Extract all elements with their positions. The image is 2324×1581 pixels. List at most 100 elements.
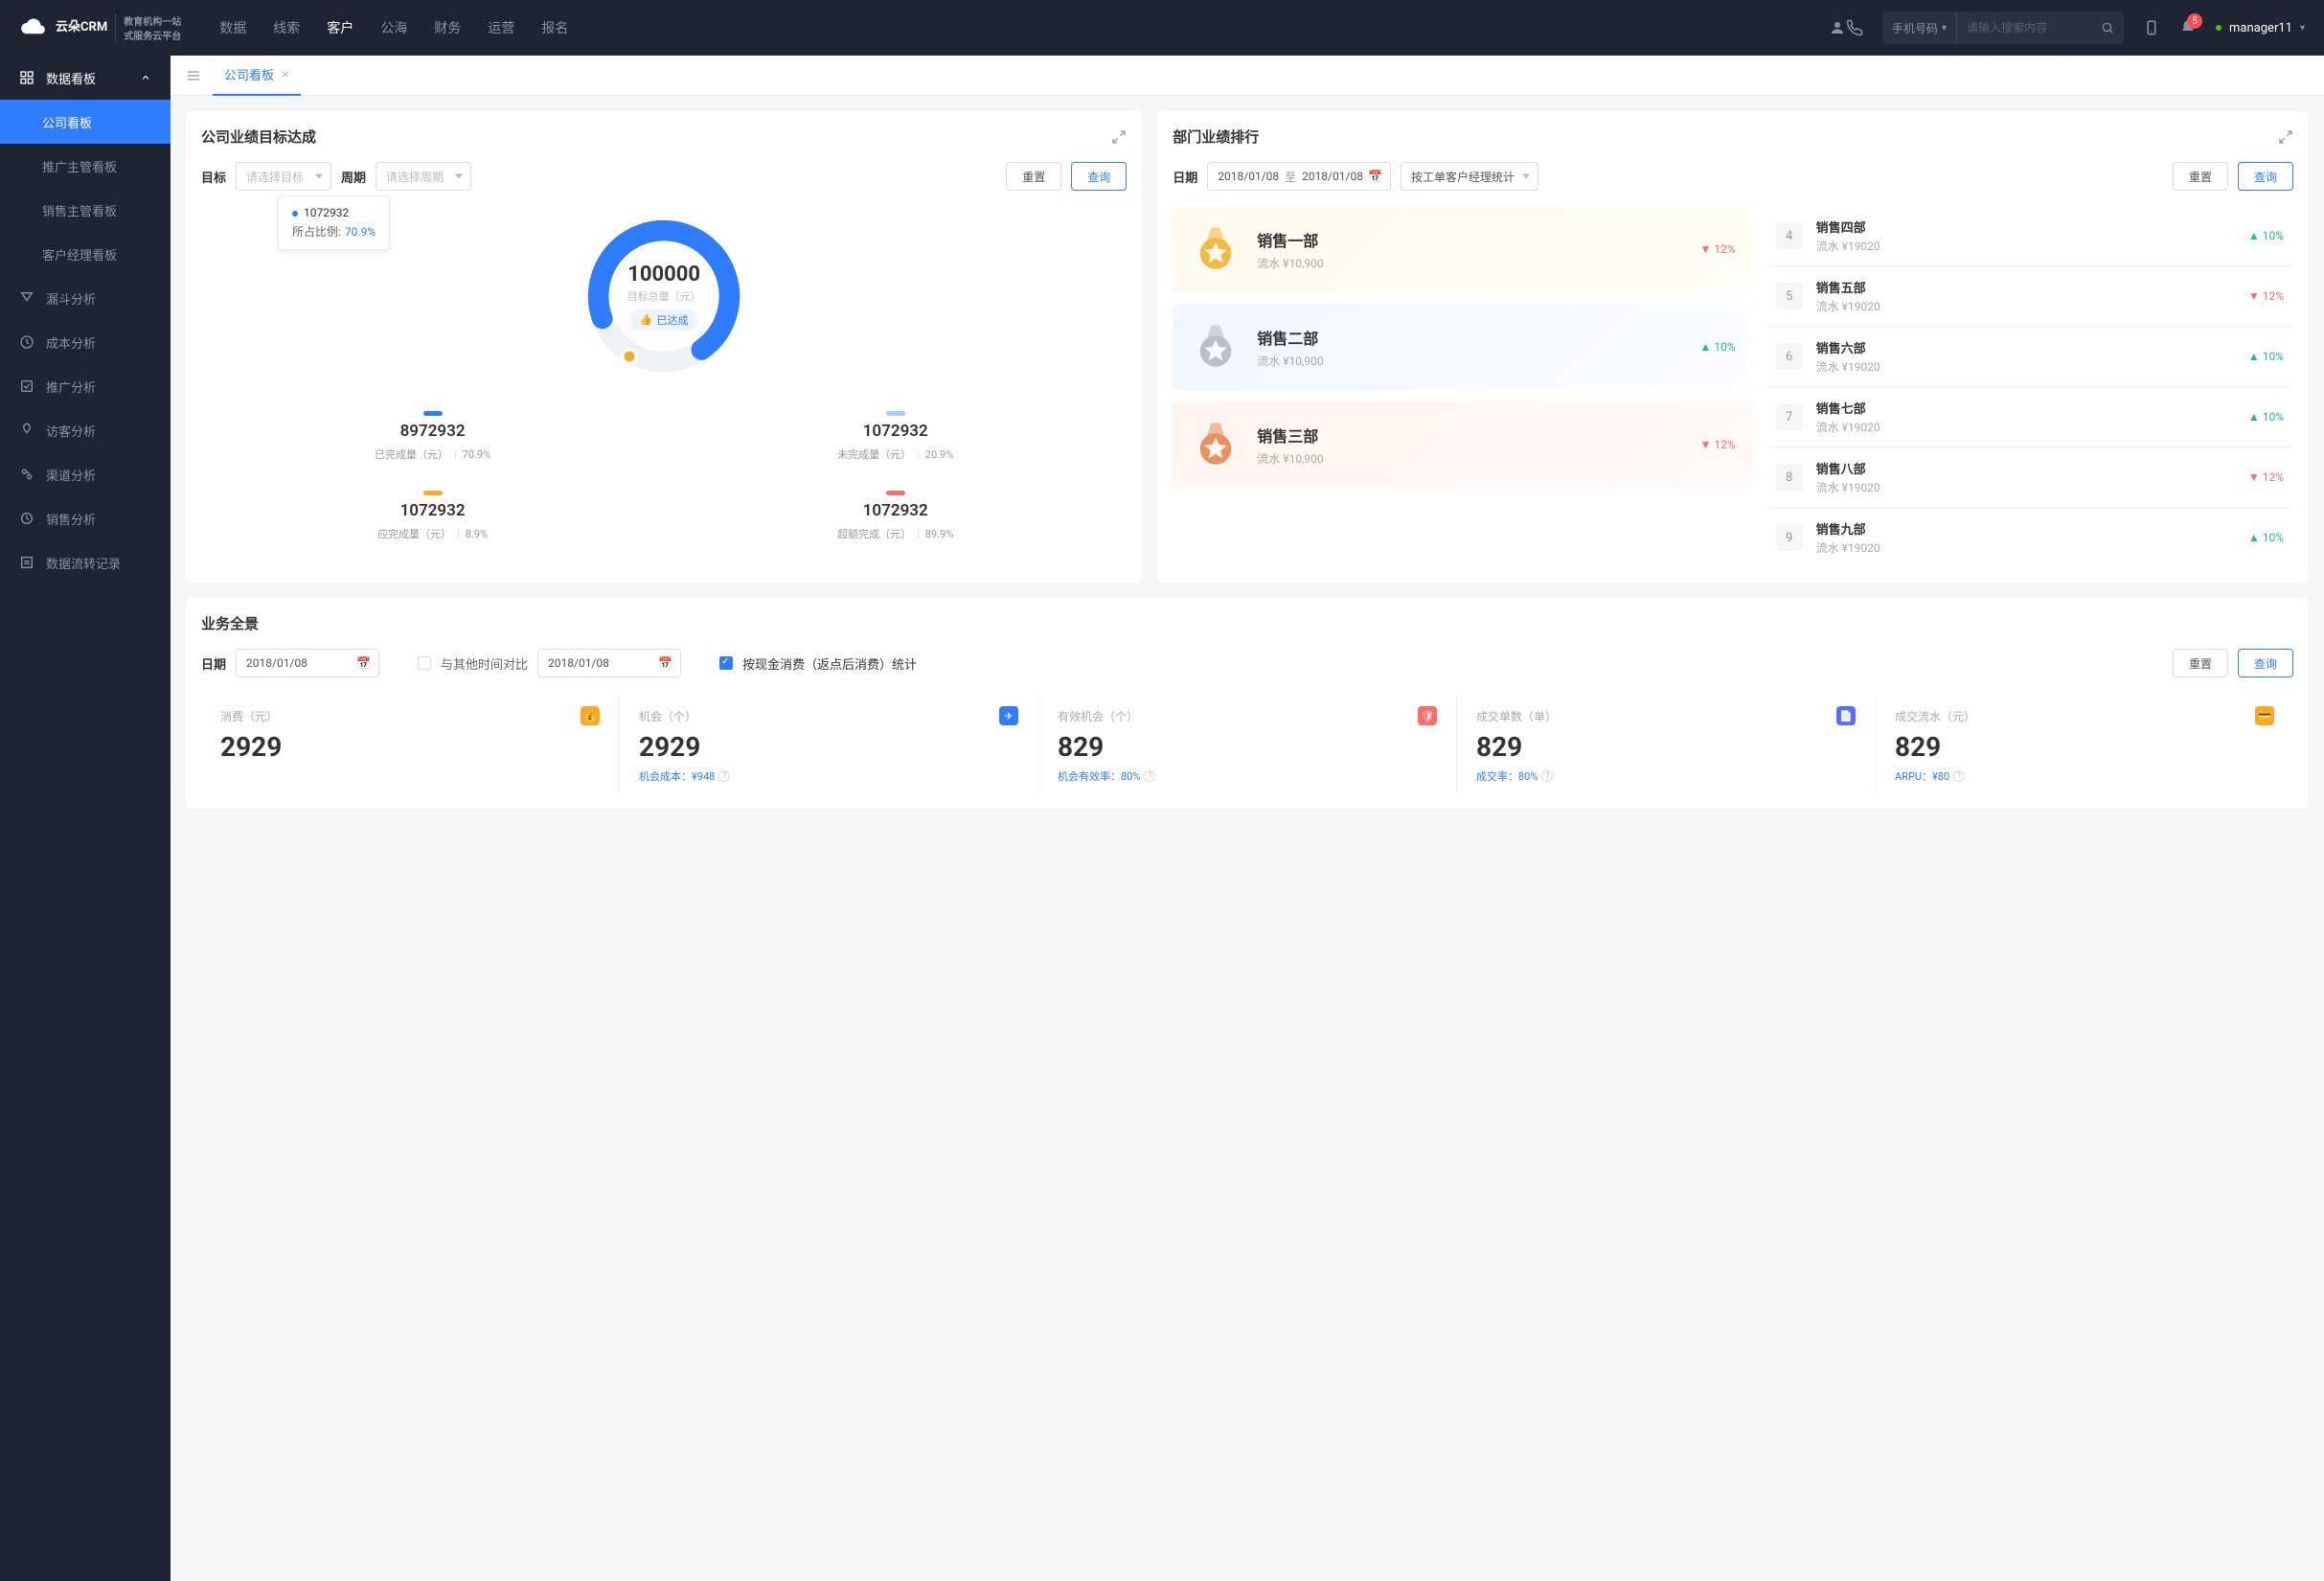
sidebar-icon: [19, 334, 34, 350]
calendar-icon: 📅: [1368, 170, 1382, 183]
search-button[interactable]: [2091, 11, 2124, 44]
date-input[interactable]: 2018/01/08📅: [236, 649, 379, 677]
sidebar-item[interactable]: 销售分析: [0, 496, 171, 540]
date-label: 日期: [201, 654, 226, 673]
kpi-item: 机会（个）✈2929机会成本：¥948 ?: [620, 697, 1038, 793]
brand-name: 云朵CRM: [56, 20, 107, 35]
kpi-icon: ✈: [999, 706, 1018, 725]
top-nav: 数据 线索 客户 公海 财务 运营 报名: [219, 18, 1829, 37]
expand-icon[interactable]: [1111, 129, 1127, 145]
user-icon[interactable]: [1829, 19, 1846, 36]
target-label: 目标: [201, 168, 226, 186]
rank-row[interactable]: 9销售九部流水 ¥19020▲ 10%: [1766, 508, 2293, 567]
sidebar-item[interactable]: 漏斗分析: [0, 276, 171, 320]
sidebar-sub-item[interactable]: 销售主管看板: [0, 188, 171, 232]
medal-icon: 3: [1190, 419, 1242, 470]
kpi-item: 成交流水（元）💳829ARPU：¥80 ?: [1876, 697, 2293, 793]
main: 公司看板× 公司业绩目标达成 目标 请选择目标 周期 请选择周期 重置: [171, 56, 2324, 1581]
nav-item[interactable]: 线索: [273, 18, 300, 37]
user-menu[interactable]: manager11▾: [2216, 21, 2305, 35]
svg-text:1: 1: [1213, 248, 1219, 261]
sidebar-item[interactable]: 访客分析: [0, 408, 171, 452]
kpi-icon: 📄: [1836, 706, 1856, 725]
compare-date[interactable]: 2018/01/08📅: [537, 649, 681, 677]
period-label: 周期: [341, 168, 366, 186]
reset-button[interactable]: 重置: [2173, 162, 2228, 191]
kpi-icon: 💰: [581, 706, 600, 725]
rank-top-card[interactable]: 3销售三部流水 ¥10,900▼ 12%: [1173, 401, 1752, 488]
period-select[interactable]: 请选择周期: [376, 162, 471, 191]
rank-title: 部门业绩排行: [1173, 126, 1259, 147]
nav-item[interactable]: 运营: [488, 18, 514, 37]
kpi-item: 成交单数（单）📄829成交率：80% ?: [1457, 697, 1876, 793]
brand-sub: 教育机构一站式服务云平台: [115, 13, 181, 42]
nav-item[interactable]: 数据: [219, 18, 246, 37]
logo[interactable]: 云朵CRM 教育机构一站式服务云平台: [19, 13, 181, 42]
sidebar-sub-item[interactable]: 推广主管看板: [0, 144, 171, 188]
query-button[interactable]: 查询: [1071, 162, 1127, 191]
query-button[interactable]: 查询: [2238, 649, 2293, 677]
sidebar-sub-item[interactable]: 公司看板: [0, 100, 171, 144]
date-from[interactable]: 2018/01/08 至 2018/01/08📅: [1207, 162, 1391, 191]
sidebar: 数据看板 公司看板推广主管看板销售主管看板客户经理看板 漏斗分析成本分析推广分析…: [0, 56, 171, 1581]
rank-row[interactable]: 8销售八部流水 ¥19020▼ 12%: [1766, 447, 2293, 508]
sidebar-item[interactable]: 数据流转记录: [0, 540, 171, 584]
nav-item[interactable]: 公海: [380, 18, 407, 37]
target-select[interactable]: 请选择目标: [236, 162, 331, 191]
bell-icon[interactable]: 5: [2179, 19, 2197, 36]
chevron-up-icon: [140, 72, 151, 83]
compare-label: 与其他时间对比: [441, 654, 528, 673]
rank-row[interactable]: 7销售七部流水 ¥19020▲ 10%: [1766, 387, 2293, 447]
medal-icon: 1: [1190, 223, 1242, 275]
sidebar-sub-item[interactable]: 客户经理看板: [0, 232, 171, 276]
stat-item: 1072932应完成量（元）|8.9%: [201, 491, 664, 541]
cash-checkbox[interactable]: [719, 656, 733, 670]
stat-item: 1072932超额完成（元）|89.9%: [664, 491, 1127, 541]
donut-chart: 100000 目标总量（元） 👍已达成: [578, 210, 750, 382]
status-dot: [2216, 25, 2221, 31]
mode-select[interactable]: 按工单客户经理统计: [1401, 162, 1538, 191]
sidebar-item[interactable]: 成本分析: [0, 320, 171, 364]
calendar-icon: 📅: [356, 656, 371, 670]
query-button[interactable]: 查询: [2238, 162, 2293, 191]
sidebar-icon: [19, 511, 34, 526]
notif-badge: 5: [2187, 13, 2202, 29]
kpi-icon: 🛡: [1418, 706, 1437, 725]
compare-checkbox[interactable]: [418, 656, 431, 670]
search-group: 手机号码▾: [1882, 11, 2124, 44]
rank-row[interactable]: 4销售四部流水 ¥19020▲ 10%: [1766, 206, 2293, 266]
rank-top-card[interactable]: 1销售一部流水 ¥10,900▼ 12%: [1173, 206, 1752, 292]
nav-item[interactable]: 财务: [434, 18, 461, 37]
tab-close-icon[interactable]: ×: [282, 67, 288, 82]
sidebar-header[interactable]: 数据看板: [0, 56, 171, 100]
stat-item: 1072932未完成量（元）|20.9%: [664, 411, 1127, 462]
kpi-item: 消费（元）💰2929: [201, 697, 620, 793]
nav-item[interactable]: 报名: [541, 18, 568, 37]
sidebar-item[interactable]: 推广分析: [0, 364, 171, 408]
rank-row[interactable]: 5销售五部流水 ¥19020▼ 12%: [1766, 266, 2293, 327]
search-type-select[interactable]: 手机号码▾: [1882, 11, 1957, 44]
cash-label: 按现金消费（返点后消费）统计: [742, 654, 917, 673]
target-card: 公司业绩目标达成 目标 请选择目标 周期 请选择周期 重置 查询: [186, 111, 1142, 583]
dashboard-icon: [19, 70, 34, 85]
phone-icon[interactable]: [1846, 19, 1863, 36]
medal-icon: 2: [1190, 321, 1242, 373]
rank-row[interactable]: 6销售六部流水 ¥19020▲ 10%: [1766, 327, 2293, 387]
sidebar-icon: [19, 555, 34, 570]
donut-value: 100000: [627, 263, 700, 286]
search-input[interactable]: [1957, 21, 2091, 34]
rank-top-card[interactable]: 2销售二部流水 ¥10,900▲ 10%: [1173, 304, 1752, 390]
nav-item[interactable]: 客户: [327, 18, 353, 37]
menu-icon[interactable]: [186, 68, 201, 83]
reset-button[interactable]: 重置: [1006, 162, 1061, 191]
sidebar-item[interactable]: 渠道分析: [0, 452, 171, 496]
tab-company[interactable]: 公司看板×: [213, 56, 301, 96]
reset-button[interactable]: 重置: [2173, 649, 2228, 677]
svg-text:2: 2: [1213, 346, 1219, 358]
sidebar-icon: [19, 423, 34, 438]
mobile-icon[interactable]: [2143, 19, 2160, 36]
expand-icon[interactable]: [2278, 129, 2293, 145]
sidebar-icon: [19, 290, 34, 306]
tabbar: 公司看板×: [171, 56, 2324, 96]
kpi-icon: 💳: [2255, 706, 2274, 725]
